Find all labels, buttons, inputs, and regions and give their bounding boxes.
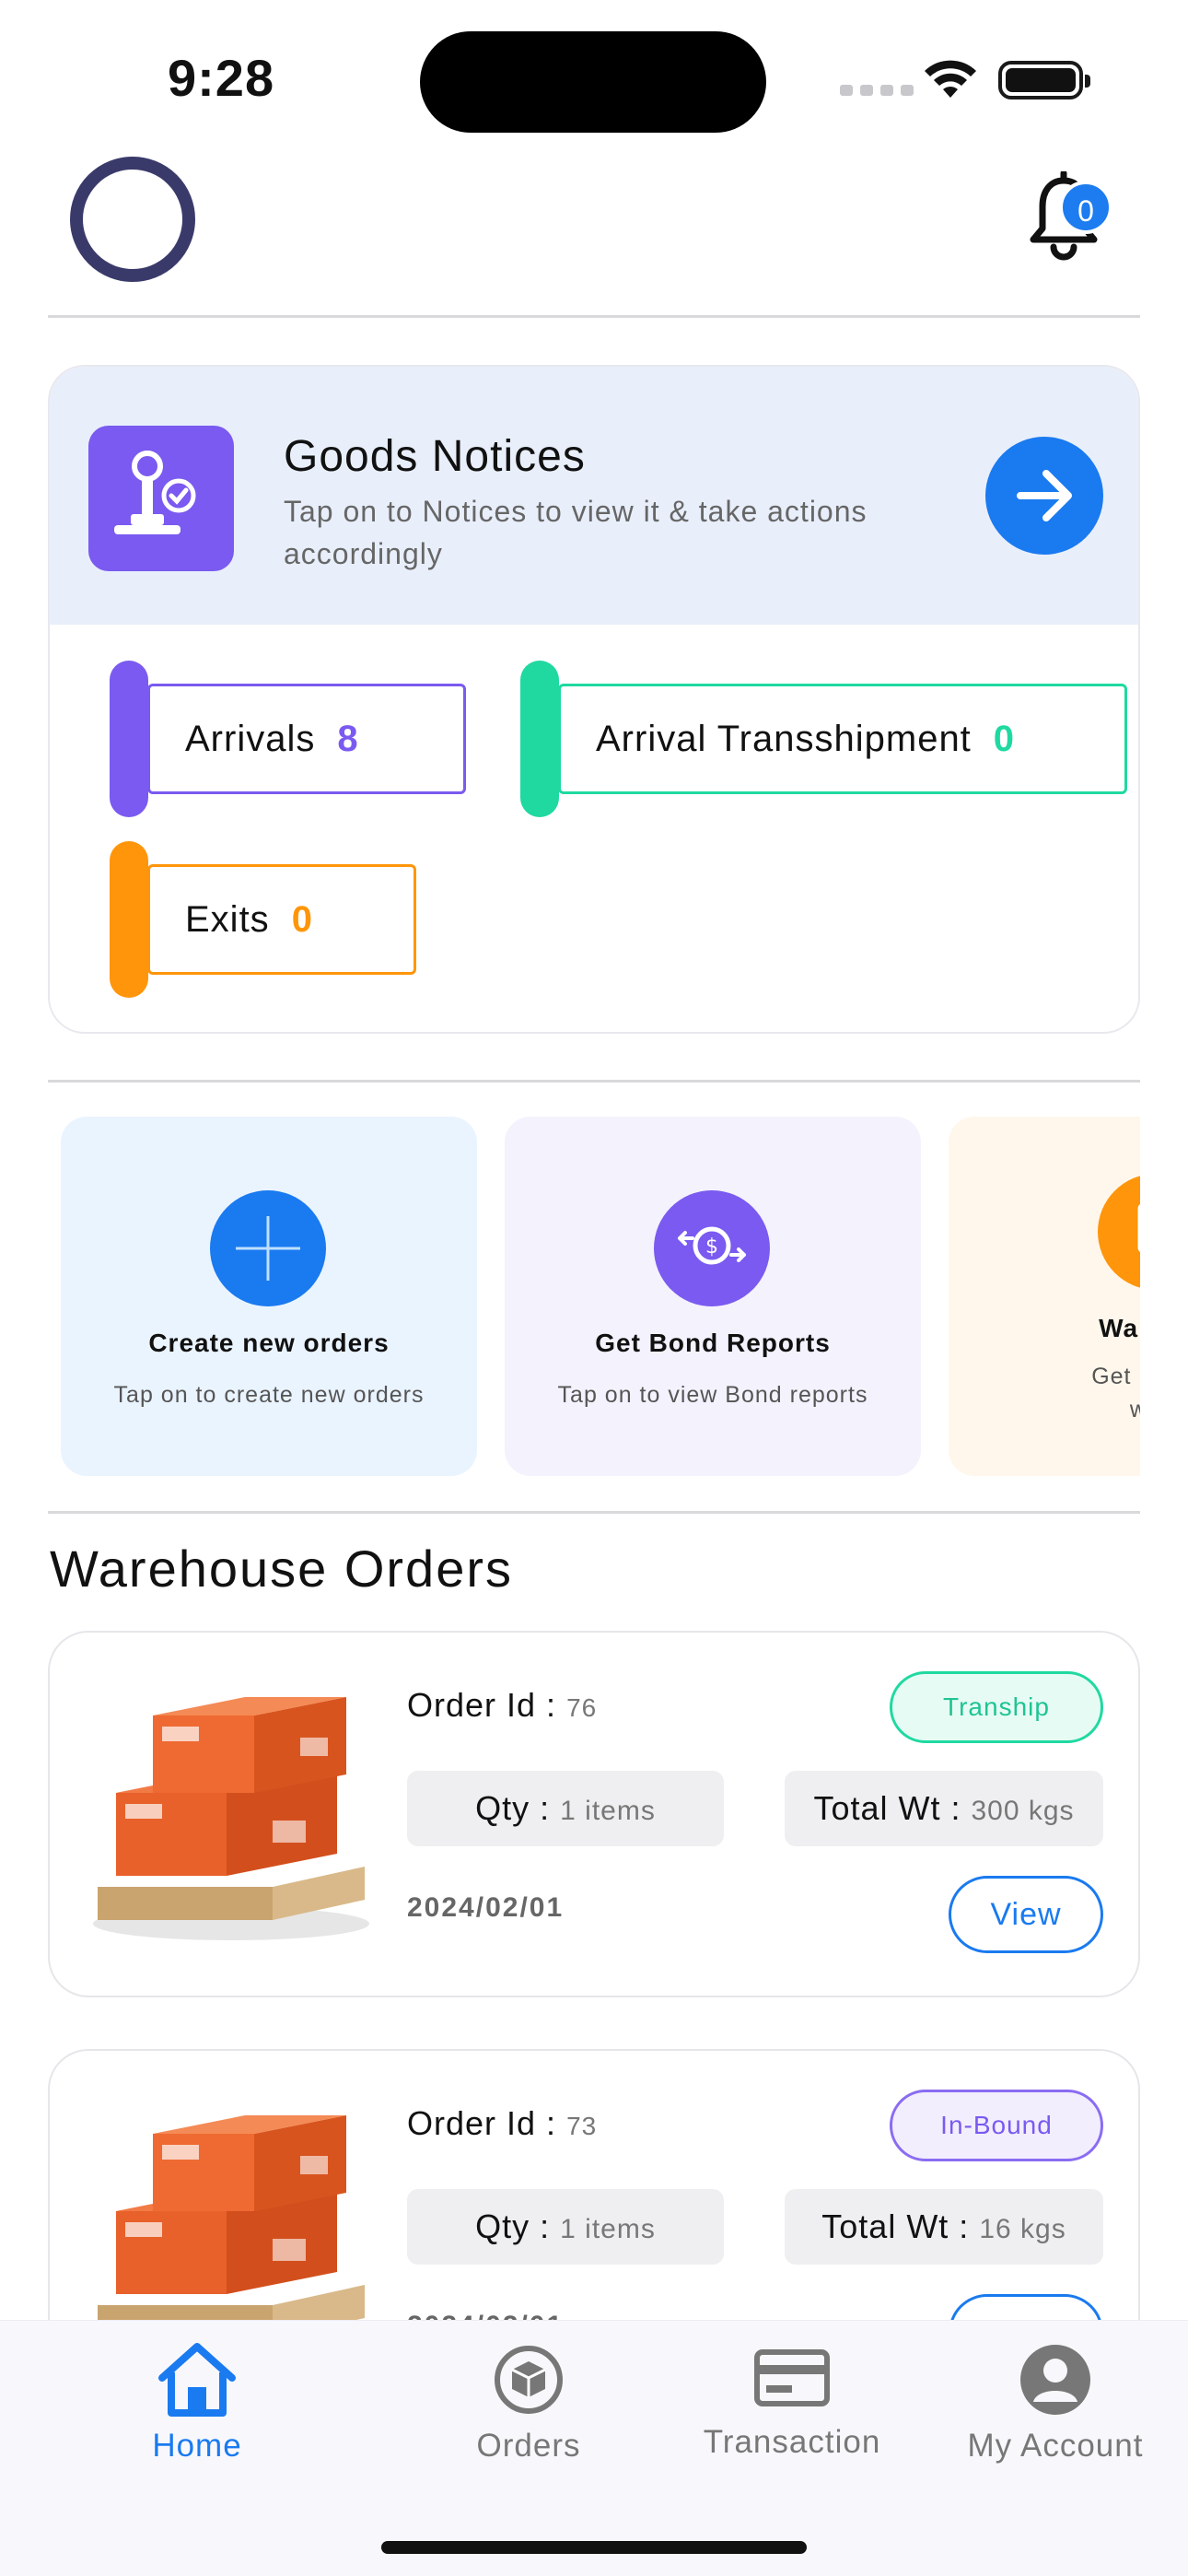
tab-transaction[interactable]: Transaction: [672, 2339, 912, 2461]
credit-card-icon: [754, 2349, 830, 2406]
view-order-button[interactable]: View: [949, 1876, 1103, 1953]
get-bond-reports-subtitle: Tap on to view Bond reports: [557, 1382, 868, 1408]
order-qty-label: Qty :: [475, 1789, 551, 1827]
order-qty: Qty : 1 items: [407, 1771, 724, 1846]
order-weight-label: Total Wt :: [821, 2207, 970, 2245]
svg-text:$: $: [705, 1235, 718, 1259]
tab-home[interactable]: Home: [77, 2339, 317, 2465]
order-id-value: 73: [566, 2112, 598, 2140]
order-id-label: Order Id :: [407, 1686, 557, 1724]
order-id-label: Order Id :: [407, 2104, 557, 2142]
tab-my-account[interactable]: My Account: [936, 2339, 1175, 2465]
order-date: 2024/02/01: [407, 1892, 565, 1923]
create-new-orders-card[interactable]: Create new orders Tap on to create new o…: [61, 1117, 477, 1476]
order-id: Order Id : 73: [407, 2104, 597, 2143]
create-new-orders-title: Create new orders: [148, 1329, 390, 1357]
warehouse-card[interactable]: Warehou Get Every s ware: [949, 1117, 1140, 1476]
tab-transaction-label: Transaction: [703, 2424, 881, 2460]
warehouse-card-subtitle: Get Every s ware: [949, 1360, 1140, 1426]
order-id-value: 76: [566, 1693, 598, 1722]
money-exchange-icon: $: [654, 1190, 770, 1306]
order-qty-value: 1 items: [560, 1796, 656, 1826]
order-qty-label: Qty :: [475, 2207, 551, 2245]
warehouse-orders-title: Warehouse Orders: [50, 1540, 513, 1598]
order-qty-value: 1 items: [560, 2214, 656, 2244]
package-icon: [495, 2346, 563, 2414]
section-divider-2: [48, 1511, 1140, 1514]
order-weight-label: Total Wt :: [813, 1789, 961, 1827]
order-weight: Total Wt : 300 kgs: [785, 1771, 1103, 1846]
warehouse-card-subtitle-line2: ware: [1129, 1397, 1140, 1423]
order-weight-value: 300 kgs: [971, 1796, 1075, 1826]
account-icon: [1020, 2345, 1090, 2415]
get-bond-reports-card[interactable]: $ Get Bond Reports Tap on to view Bond r…: [505, 1117, 921, 1476]
order-type-badge: Tranship: [890, 1671, 1103, 1743]
order-type-badge: In-Bound: [890, 2090, 1103, 2161]
tab-home-label: Home: [152, 2428, 242, 2464]
order-qty: Qty : 1 items: [407, 2189, 724, 2265]
order-weight: Total Wt : 16 kgs: [785, 2189, 1103, 2265]
bottom-tab-bar: Home Orders Transaction My Account: [0, 2320, 1188, 2576]
home-icon: [158, 2343, 236, 2417]
create-new-orders-subtitle: Tap on to create new orders: [113, 1382, 425, 1408]
warehouse-card-subtitle-line1: Get Every s: [1091, 1364, 1140, 1389]
quick-actions-carousel[interactable]: Create new orders Tap on to create new o…: [48, 0, 1140, 1529]
order-card[interactable]: Order Id : 76 Tranship Qty : 1 items Tot…: [48, 1631, 1140, 1997]
tab-orders-label: Orders: [476, 2428, 581, 2464]
warehouse-card-title: Warehou: [1099, 1314, 1140, 1342]
order-id: Order Id : 76: [407, 1686, 597, 1725]
order-weight-value: 16 kgs: [979, 2214, 1066, 2244]
cargo-boxes-image: [93, 1697, 369, 1940]
home-indicator: [381, 2541, 807, 2554]
document-icon: [1098, 1174, 1140, 1290]
plus-icon: [210, 1190, 326, 1306]
tab-my-account-label: My Account: [967, 2428, 1144, 2464]
tab-orders[interactable]: Orders: [409, 2339, 648, 2465]
get-bond-reports-title: Get Bond Reports: [595, 1329, 831, 1357]
